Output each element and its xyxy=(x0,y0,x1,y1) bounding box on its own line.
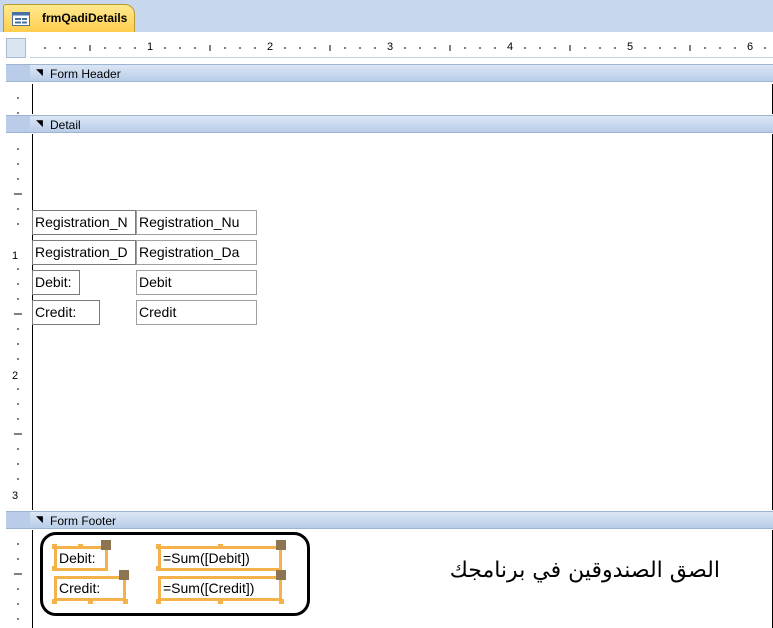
debit-field[interactable]: Debit xyxy=(136,270,257,295)
form-icon xyxy=(12,12,30,26)
form-header-label: Form Header xyxy=(50,67,121,81)
form-footer-selector[interactable] xyxy=(6,511,30,529)
section-arrow-icon: ◥ xyxy=(36,67,43,77)
form-footer-label: Form Footer xyxy=(50,514,117,528)
form-header-body[interactable] xyxy=(32,84,773,114)
tab-frmqadidetails[interactable]: frmQadiDetails xyxy=(3,4,135,34)
ruler-mark-4: 4 xyxy=(507,41,514,53)
annotation-callout-box xyxy=(40,532,310,616)
vruler-mark-3: 3 xyxy=(12,490,19,502)
detail-bar[interactable]: ◥ Detail xyxy=(30,115,773,133)
vruler-mark-2: 2 xyxy=(12,370,19,382)
debit-label[interactable]: Debit: xyxy=(32,270,80,295)
tab-title: frmQadiDetails xyxy=(42,11,128,25)
ruler-mark-2: 2 xyxy=(267,41,274,53)
horizontal-ruler-ticks xyxy=(44,45,766,51)
registration-number-field[interactable]: Registration_Nu xyxy=(136,210,257,235)
form-header-selector[interactable] xyxy=(6,64,30,82)
ruler-mark-1: 1 xyxy=(147,41,154,53)
form-footer-bar[interactable]: ◥ Form Footer xyxy=(30,511,773,529)
detail-label: Detail xyxy=(50,118,81,132)
annotation-text: الصق الصندوقين في برنامجك xyxy=(449,558,720,583)
ruler-mark-5: 5 xyxy=(627,41,634,53)
registration-number-label[interactable]: Registration_N xyxy=(32,210,136,235)
section-arrow-icon: ◥ xyxy=(36,118,43,128)
form-header-bar[interactable]: ◥ Form Header xyxy=(30,64,773,82)
credit-label[interactable]: Credit: xyxy=(32,300,100,325)
detail-selector[interactable] xyxy=(6,115,30,133)
ruler-mark-6: 6 xyxy=(747,41,754,53)
registration-date-label[interactable]: Registration_D xyxy=(32,240,136,265)
vertical-ruler-ticks xyxy=(14,97,22,620)
ruler-mark-3: 3 xyxy=(387,41,394,53)
form-selector[interactable] xyxy=(6,38,26,58)
horizontal-ruler[interactable]: 1 2 3 4 5 6 xyxy=(30,38,773,58)
registration-date-field[interactable]: Registration_Da xyxy=(136,240,257,265)
vertical-ruler[interactable]: 1 2 3 xyxy=(6,60,30,628)
credit-field[interactable]: Credit xyxy=(136,300,257,325)
vruler-mark-1: 1 xyxy=(12,250,19,262)
section-arrow-icon: ◥ xyxy=(36,514,43,524)
